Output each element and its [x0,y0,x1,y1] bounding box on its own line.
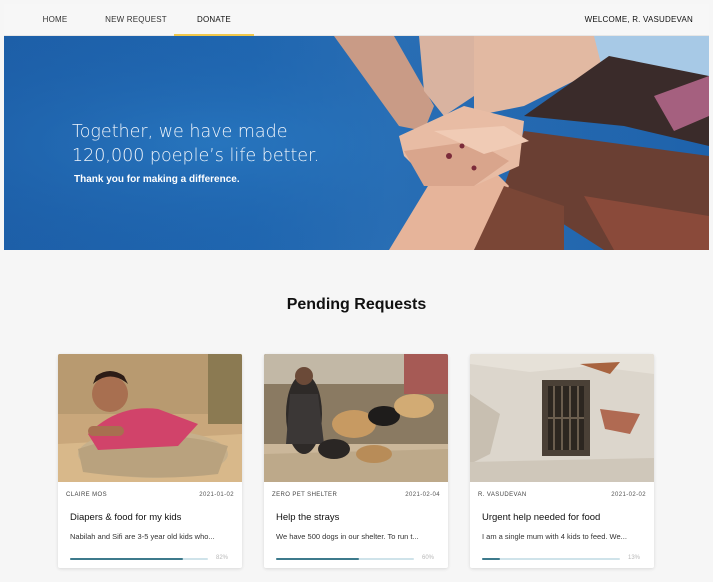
card-title: Diapers & food for my kids [70,512,182,523]
request-card[interactable]: CLAIRE MOS 2021-01-02 Diapers & food for… [58,354,242,568]
card-description: We have 500 dogs in our shelter. To run … [276,532,419,541]
hero-title-line2: 120,000 poeple’s life better. [72,146,320,166]
card-date: 2021-02-02 [611,492,646,498]
progress-bar [70,558,208,560]
card-date: 2021-01-02 [199,492,234,498]
card-owner: CLAIRE MOS [66,492,108,498]
card-description: I am a single mum with 4 kids to feed. W… [482,532,627,541]
card-owner: R. VASUDEVAN [478,492,527,498]
progress-fill [482,558,500,560]
section-title: Pending Requests [286,296,427,313]
card-meta: R. VASUDEVAN 2021-02-02 [478,492,646,502]
progress-percent: 60% [421,555,434,561]
nav-donate-label: DONATE [197,15,231,24]
progress-percent: 82% [215,555,228,561]
hero-banner: Together, we have made 120,000 poeple’s … [4,36,709,250]
nav-home[interactable]: HOME [32,4,78,36]
card-description: Nabilah and Sifi are 3-5 year old kids w… [70,532,215,541]
hero-title-line1: Together, we have made [72,122,288,142]
woman-with-dogs-photo [264,354,448,482]
nav-donate[interactable]: DONATE [174,4,254,36]
top-nav: HOME NEW REQUEST DONATE WELCOME, R. VASU… [4,4,709,36]
card-date: 2021-02-04 [405,492,440,498]
card-title: Urgent help needed for food [482,512,601,523]
child-on-sack-photo [58,354,242,482]
card-owner: ZERO PET SHELTER [272,492,338,498]
progress-percent: 13% [627,555,640,561]
hero-subtitle: Thank you for making a difference. [74,174,240,185]
card-meta: CLAIRE MOS 2021-01-02 [66,492,234,502]
card-title: Help the strays [276,512,340,523]
progress-bar [276,558,414,560]
request-card[interactable]: ZERO PET SHELTER 2021-02-04 Help the str… [264,354,448,568]
request-card[interactable]: R. VASUDEVAN 2021-02-02 Urgent help need… [470,354,654,568]
hero-title: Together, we have made 120,000 poeple’s … [72,120,372,168]
cracked-wall-window-photo [470,354,654,482]
progress-fill [276,558,359,560]
card-meta: ZERO PET SHELTER 2021-02-04 [272,492,440,502]
nav-new-request[interactable]: NEW REQUEST [100,4,172,36]
welcome-user[interactable]: WELCOME, R. VASUDEVAN [585,4,693,36]
progress-fill [70,558,184,560]
page-frame: HOME NEW REQUEST DONATE WELCOME, R. VASU… [4,4,709,578]
progress-bar [482,558,620,560]
